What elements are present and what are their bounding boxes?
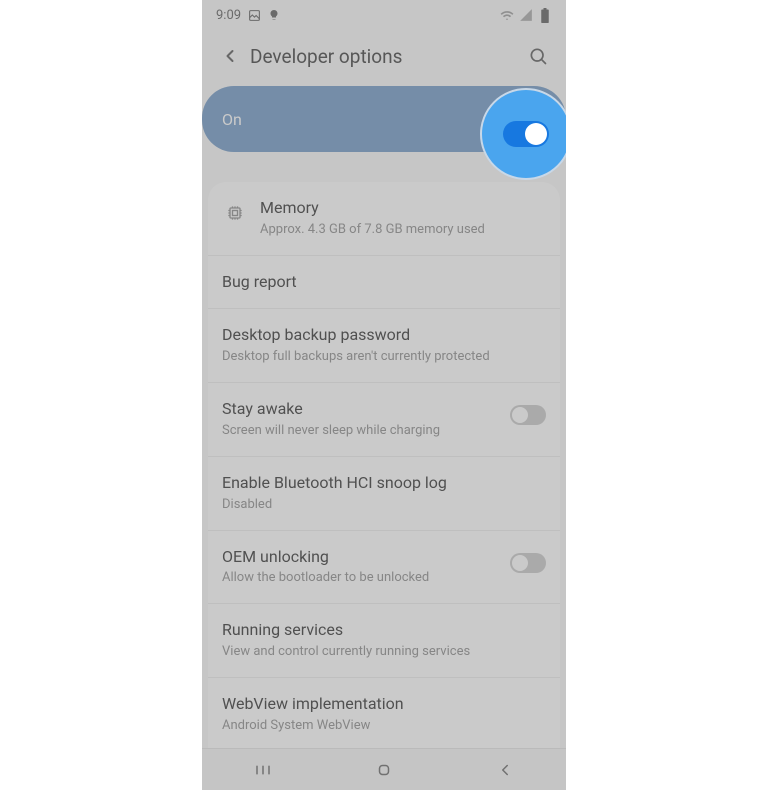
- recents-button[interactable]: [233, 755, 293, 785]
- master-toggle-label: On: [222, 110, 506, 129]
- bulb-icon: [267, 8, 281, 22]
- settings-card: Memory Approx. 4.3 GB of 7.8 GB memory u…: [208, 182, 560, 790]
- back-nav-button[interactable]: [475, 755, 535, 785]
- image-icon: [247, 8, 261, 22]
- row-subtitle: View and control currently running servi…: [222, 644, 546, 661]
- phone-screen: 9:09 Developer options: [202, 0, 566, 790]
- tutorial-highlight: [480, 88, 566, 180]
- status-right: [500, 8, 552, 22]
- row-subtitle: Android System WebView: [222, 718, 546, 735]
- row-subtitle: Desktop full backups aren't currently pr…: [222, 349, 546, 366]
- row-stay-awake[interactable]: Stay awake Screen will never sleep while…: [208, 383, 560, 457]
- page-title: Developer options: [250, 45, 524, 68]
- row-subtitle: Approx. 4.3 GB of 7.8 GB memory used: [260, 222, 546, 239]
- row-title: WebView implementation: [222, 694, 546, 715]
- signal-icon: [519, 8, 533, 22]
- row-title: Stay awake: [222, 399, 502, 420]
- row-subtitle: Allow the bootloader to be unlocked: [222, 570, 502, 587]
- status-left: 9:09: [216, 8, 281, 23]
- row-webview[interactable]: WebView implementation Android System We…: [208, 678, 560, 752]
- row-bug-report[interactable]: Bug report: [208, 256, 560, 310]
- row-subtitle: Screen will never sleep while charging: [222, 423, 502, 440]
- row-title: Enable Bluetooth HCI snoop log: [222, 473, 546, 494]
- status-time: 9:09: [216, 8, 241, 23]
- home-button[interactable]: [354, 755, 414, 785]
- status-bar: 9:09: [202, 0, 566, 30]
- row-bt-hci[interactable]: Enable Bluetooth HCI snoop log Disabled: [208, 457, 560, 531]
- wifi-icon: [500, 8, 514, 22]
- back-button[interactable]: [216, 42, 244, 70]
- row-title: OEM unlocking: [222, 547, 502, 568]
- stay-awake-toggle[interactable]: [510, 405, 546, 425]
- row-oem-unlocking[interactable]: OEM unlocking Allow the bootloader to be…: [208, 531, 560, 605]
- memory-icon: [222, 200, 248, 226]
- row-title: Bug report: [222, 272, 546, 293]
- row-title: Running services: [222, 620, 546, 641]
- battery-icon: [538, 8, 552, 22]
- nav-bar: [202, 748, 566, 790]
- app-header: Developer options: [202, 30, 566, 82]
- row-memory[interactable]: Memory Approx. 4.3 GB of 7.8 GB memory u…: [208, 182, 560, 256]
- row-subtitle: Disabled: [222, 497, 546, 514]
- oem-toggle[interactable]: [510, 553, 546, 573]
- search-button[interactable]: [524, 42, 552, 70]
- row-running-services[interactable]: Running services View and control curren…: [208, 604, 560, 678]
- row-desktop-backup[interactable]: Desktop backup password Desktop full bac…: [208, 309, 560, 383]
- row-title: Desktop backup password: [222, 325, 546, 346]
- row-title: Memory: [260, 198, 546, 219]
- master-toggle-highlight[interactable]: [503, 121, 549, 147]
